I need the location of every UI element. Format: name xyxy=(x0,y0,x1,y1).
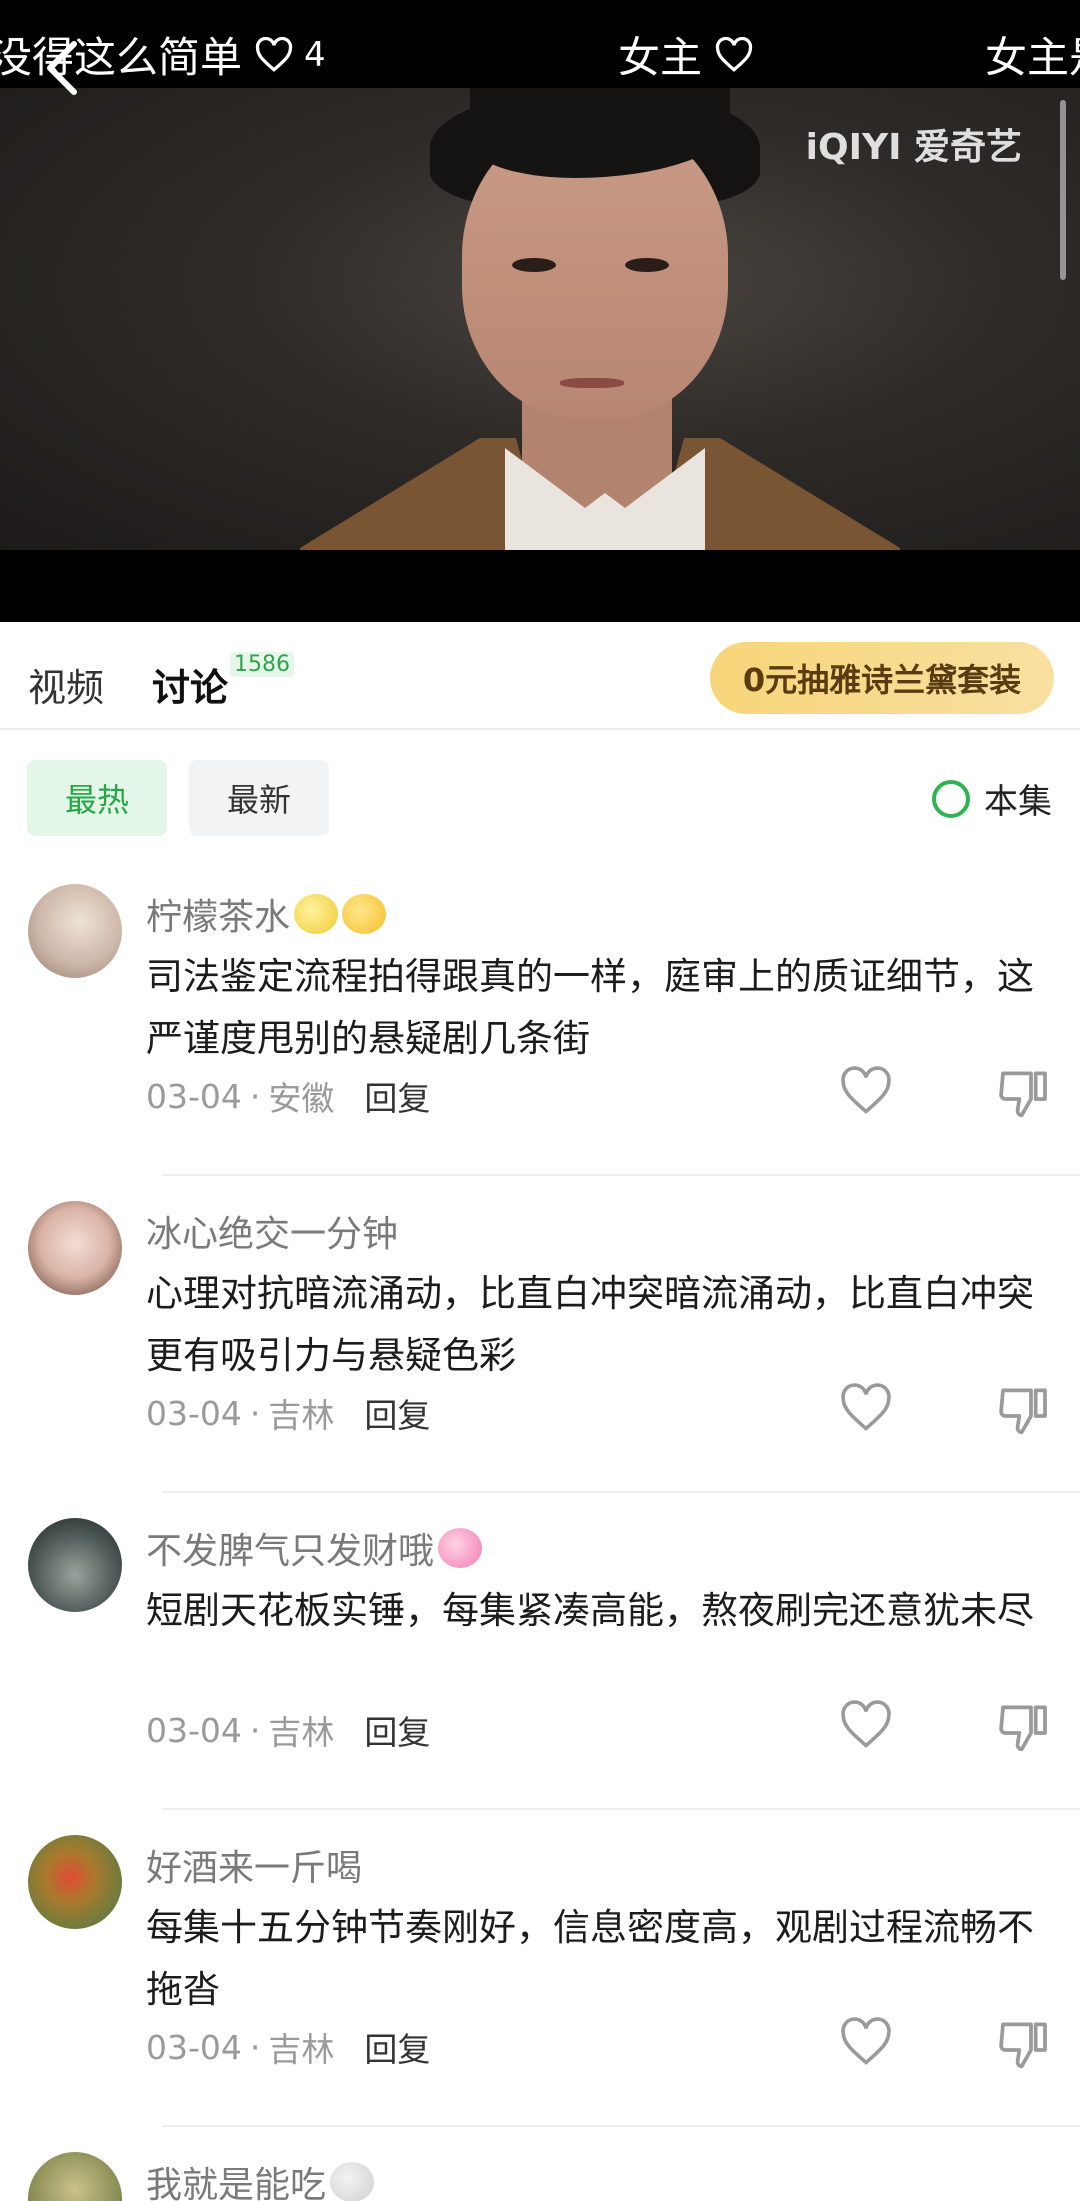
face-emoji-icon xyxy=(330,2162,375,2201)
promo-button[interactable]: 0元抽雅诗兰黛套装 xyxy=(710,642,1054,714)
comment-text: 短剧天花板实锤，每集紧凑高能，熬夜刷完还意犹未尽 xyxy=(146,1589,1034,1632)
comment-meta: 03-04 · 吉林 回复 xyxy=(146,1389,430,1437)
comment-meta: 03-04 · 吉林 回复 xyxy=(146,1706,430,1754)
meta-separator: · xyxy=(249,2027,261,2067)
avatar[interactable] xyxy=(28,2152,122,2201)
discussion-sheet: 视频 讨论 1586 0元抽雅诗兰黛套装 最热 最新 本集 柠檬茶水 司法鉴定流… xyxy=(0,622,1080,2201)
danmaku-text: 没得这么简单 xyxy=(0,33,243,82)
danmaku-like-count: 4 xyxy=(304,34,326,75)
comment-username[interactable]: 好酒来一斤喝 xyxy=(146,1839,362,1891)
video-figure-eye xyxy=(512,258,556,272)
comment-text: 心理对抗暗流涌动，比直白冲突暗流涌动，比直白冲突更有吸引力与悬疑色彩 xyxy=(146,1272,1034,1377)
avatar[interactable] xyxy=(28,1518,122,1612)
video-figure-mouth xyxy=(560,378,624,388)
heart-outline-icon xyxy=(715,36,753,72)
danmaku-item[interactable]: 女主是 xyxy=(985,24,1080,85)
comment-username[interactable]: 冰心绝交一分钟 xyxy=(146,1205,398,1257)
danmaku-item[interactable]: 女主 xyxy=(618,24,754,85)
avatar[interactable] xyxy=(28,884,122,978)
danmaku-layer: 没得这么简单 4 女主 女主是 xyxy=(0,0,1080,100)
heart-outline-icon xyxy=(255,36,293,72)
comment-text: 每集十五分钟节奏刚好，信息密度高，观剧过程流畅不拖沓 xyxy=(146,1906,1034,2011)
comment-date: 03-04 xyxy=(146,1710,242,1750)
reply-button[interactable]: 回复 xyxy=(364,1389,430,1437)
thumbs-down-icon[interactable] xyxy=(996,1700,1052,1752)
tab-bar: 视频 讨论 1586 0元抽雅诗兰黛套装 xyxy=(0,622,1080,730)
discussion-count-badge: 1586 xyxy=(230,652,294,677)
episode-only-toggle[interactable]: 本集 xyxy=(932,774,1052,823)
comment-divider xyxy=(162,1174,1080,1176)
thumbs-down-icon[interactable] xyxy=(996,1066,1052,1118)
tab-video[interactable]: 视频 xyxy=(28,657,104,712)
comment-date: 03-04 xyxy=(146,1393,242,1433)
comment-meta: 03-04 · 安徽 回复 xyxy=(146,1072,430,1120)
comment-divider xyxy=(162,1808,1080,1810)
comment-meta: 03-04 · 吉林 回复 xyxy=(146,2023,430,2071)
avatar[interactable] xyxy=(28,1835,122,1929)
filter-hot-button[interactable]: 最热 xyxy=(27,760,167,836)
iqiyi-watermark: iQIYI 爱奇艺 xyxy=(805,127,1022,168)
meta-separator: · xyxy=(249,1710,261,1750)
comment-date: 03-04 xyxy=(146,1076,242,1116)
heart-outline-icon[interactable] xyxy=(838,1066,894,1116)
comment-username[interactable]: 不发脾气只发财哦 xyxy=(146,1522,483,1574)
heart-outline-icon[interactable] xyxy=(838,1383,894,1433)
comment-text: 司法鉴定流程拍得跟真的一样，庭审上的质证细节，这严谨度甩别的悬疑剧几条街 xyxy=(146,955,1034,1060)
video-player[interactable]: 没得这么简单 4 女主 女主是 iQIYI 爱奇艺 xyxy=(0,0,1080,622)
heart-outline-icon[interactable] xyxy=(838,1700,894,1750)
comment-location: 安徽 xyxy=(268,1079,335,1118)
tab-discussion[interactable]: 讨论 xyxy=(152,657,228,712)
reply-button[interactable]: 回复 xyxy=(364,1706,430,1754)
back-arrow-icon[interactable] xyxy=(40,38,84,98)
username-text: 不发脾气只发财哦 xyxy=(146,1531,435,1572)
filter-new-button[interactable]: 最新 xyxy=(189,760,329,836)
comment-divider xyxy=(162,2125,1080,2127)
danmaku-text: 女主 xyxy=(618,33,703,82)
lemon-emoji-icon xyxy=(294,894,339,934)
thumbs-down-icon[interactable] xyxy=(996,1383,1052,1435)
comment-divider xyxy=(162,1491,1080,1493)
heart-outline-icon[interactable] xyxy=(838,2017,894,2067)
comment-location: 吉林 xyxy=(268,2030,335,2069)
danmaku-text: 女主是 xyxy=(985,33,1080,82)
meta-separator: · xyxy=(249,1393,261,1433)
comment-username[interactable]: 我就是能吃 xyxy=(146,2156,375,2201)
grin-emoji-icon xyxy=(342,894,387,934)
avatar[interactable] xyxy=(28,1201,122,1295)
hearts-emoji-icon xyxy=(438,1528,483,1568)
comment-location: 吉林 xyxy=(268,1713,335,1752)
comment-date: 03-04 xyxy=(146,2027,242,2067)
reply-button[interactable]: 回复 xyxy=(364,2023,430,2071)
username-text: 冰心绝交一分钟 xyxy=(146,1214,399,1255)
reply-button[interactable]: 回复 xyxy=(364,1072,430,1120)
thumbs-down-icon[interactable] xyxy=(996,2017,1052,2069)
scrollbar[interactable] xyxy=(1060,100,1066,280)
username-text: 柠檬茶水 xyxy=(146,897,291,938)
comment-username[interactable]: 柠檬茶水 xyxy=(146,888,387,940)
video-figure-eye xyxy=(625,258,669,272)
comment-location: 吉林 xyxy=(268,1396,335,1435)
meta-separator: · xyxy=(249,1076,261,1116)
episode-only-label: 本集 xyxy=(984,782,1052,822)
radio-circle-icon[interactable] xyxy=(932,779,970,818)
username-text: 我就是能吃 xyxy=(146,2165,327,2201)
username-text: 好酒来一斤喝 xyxy=(146,1848,363,1889)
